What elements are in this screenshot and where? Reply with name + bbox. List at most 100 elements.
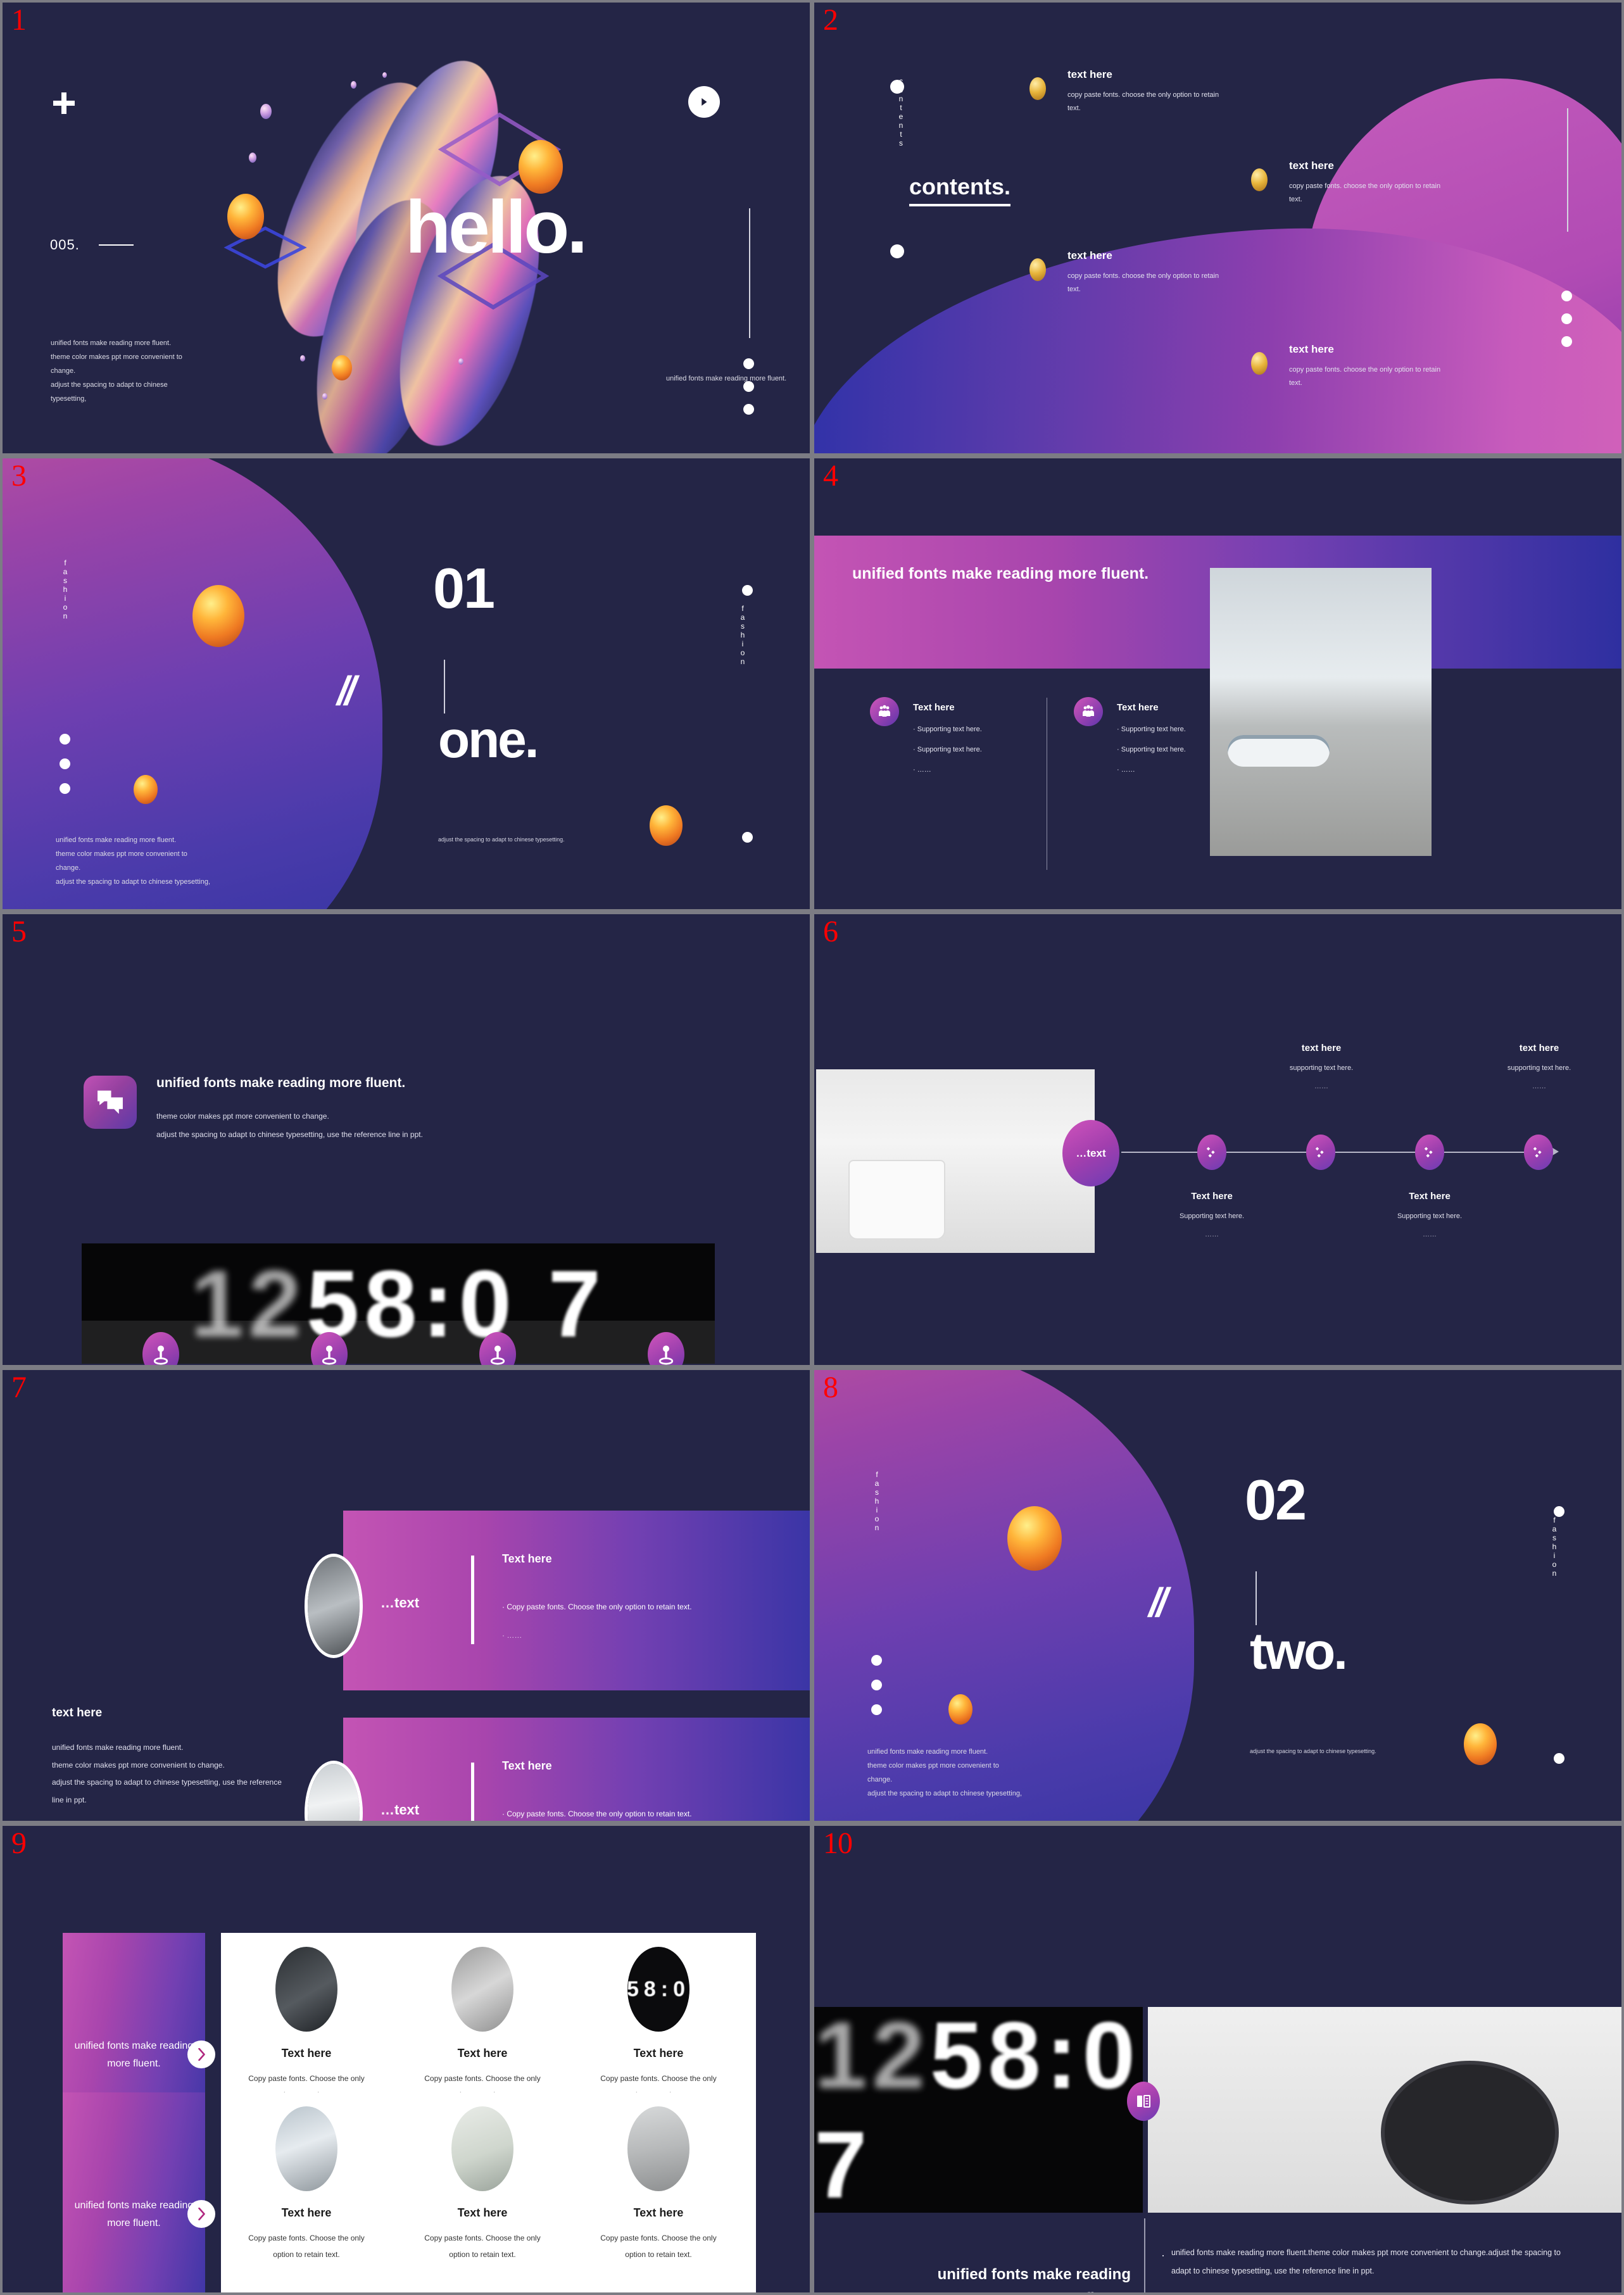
bullet-list: unified fonts make reading more fluent.t… — [1161, 2242, 1579, 2292]
label-support: supporting text here. — [1289, 1064, 1354, 1072]
slide-thumbnail-2[interactable]: 2 contents contents. text here copy past… — [814, 3, 1621, 453]
gold-sphere — [1464, 1723, 1497, 1765]
page-title: contents. — [909, 173, 1011, 206]
card-photo — [275, 2106, 337, 2191]
subtext-line: theme color makes ppt more convenient to… — [156, 1112, 329, 1121]
gold-sphere — [1007, 1506, 1062, 1571]
gear-node-icon[interactable] — [1306, 1135, 1335, 1170]
card-photo — [275, 1947, 337, 2032]
card-cell: Text here Copy paste fonts. Choose the o… — [410, 1947, 555, 2104]
slide-thumbnail-5[interactable]: 5 unified fonts make reading more fluent… — [3, 914, 810, 1365]
document-list-icon[interactable] — [1127, 2082, 1160, 2121]
slide-thumbnail-9[interactable]: 9 unified fonts make reading more fluent… — [3, 1826, 810, 2292]
arrow-head-icon — [1552, 1148, 1559, 1155]
label-more: …… — [1532, 1083, 1546, 1090]
slide-thumbnail-8[interactable]: 8 fashion fashion 02 // two. unified fon… — [814, 1370, 1621, 1821]
slide-number-4: 4 — [823, 459, 838, 493]
slide-thumbnail-1[interactable]: 1 005. hello. unified fonts make reading… — [3, 3, 810, 453]
slide-number-2: 2 — [823, 3, 838, 37]
column-heading: Text here — [913, 702, 955, 713]
people-group-icon — [870, 697, 899, 726]
plus-icon — [53, 92, 75, 114]
label-more: …… — [1423, 1231, 1437, 1238]
timeline-label-top: text here supporting text here. …… — [1249, 1043, 1394, 1090]
vertical-rule — [749, 208, 750, 338]
art-small-sphere — [382, 72, 387, 78]
gold-sphere — [650, 805, 683, 846]
row-bullet: · Copy paste fonts. Choose the only opti… — [502, 1809, 692, 1818]
band-title: unified fonts make reading more fluent. — [852, 565, 1149, 582]
slide-thumbnail-4[interactable]: 4 unified fonts make reading more fluent… — [814, 458, 1621, 909]
section-right-paragraph: adjust the spacing to adapt to chinese t… — [438, 836, 565, 843]
dot-indicator-group — [1561, 291, 1572, 359]
contents-item[interactable]: text here copy paste fonts. choose the o… — [1067, 68, 1226, 115]
dot-indicator-group — [871, 1655, 882, 1729]
card-photo — [451, 2106, 513, 2191]
art-small-sphere — [322, 393, 327, 399]
feature-card[interactable]: Text here Copy paste fonts. Choose the o… — [221, 2092, 756, 2292]
column-bullet: · …… — [913, 766, 931, 774]
card-photo — [451, 1947, 513, 2032]
card-body: Copy paste fonts. Choose the only option… — [424, 2234, 541, 2260]
dot — [743, 404, 754, 415]
dot — [1561, 291, 1572, 301]
slide-number-5: 5 — [11, 915, 27, 948]
chevron-right-button[interactable] — [187, 2040, 215, 2068]
label-title: text here — [1519, 1043, 1559, 1053]
play-arrow-icon — [702, 98, 707, 106]
card-cell: 58:0 Text here Copy paste fonts. Choose … — [586, 1947, 731, 2104]
gear-node-icon[interactable] — [1197, 1135, 1226, 1170]
chevron-right-button[interactable] — [187, 2200, 215, 2228]
play-arrow-button[interactable] — [688, 86, 720, 118]
contents-item-body: copy paste fonts. choose the only option… — [1067, 272, 1219, 293]
gear-node-icon[interactable] — [1524, 1135, 1553, 1170]
art-small-sphere — [260, 104, 272, 119]
card-cell: Text here Copy paste fonts. Choose the o… — [586, 2106, 731, 2263]
contents-item-body: copy paste fonts. choose the only option… — [1067, 91, 1219, 112]
column-bullet: · Supporting text here. — [913, 746, 982, 753]
gear-node-icon[interactable] — [1415, 1135, 1444, 1170]
gold-sphere — [192, 585, 244, 647]
info-column[interactable]: Text here · Supporting text here. · Supp… — [870, 697, 1060, 774]
row-heading: Text here — [502, 1759, 552, 1772]
slide-thumbnail-3[interactable]: 3 fashion fashion 01 // one. unified fon… — [3, 458, 810, 909]
start-pill[interactable]: …text — [1062, 1120, 1119, 1186]
chevron-right-icon — [198, 2048, 205, 2061]
art-gold-sphere — [332, 355, 352, 380]
contents-item[interactable]: text here copy paste fonts. choose the o… — [1289, 343, 1447, 390]
dot — [871, 1680, 882, 1690]
contents-item[interactable]: text here copy paste fonts. choose the o… — [1067, 249, 1226, 296]
vertical-divider — [1144, 2218, 1145, 2292]
timeline-label-top: text here supporting text here. …… — [1466, 1043, 1612, 1090]
gold-sphere — [134, 775, 158, 804]
slide-number-7: 7 — [11, 1371, 27, 1404]
card-cell: Text here Copy paste fonts. Choose the o… — [234, 2106, 379, 2263]
timeline-track — [1121, 1152, 1557, 1153]
bullet-text: Supporting text here. — [1121, 746, 1186, 753]
card-cell: Text here Copy paste fonts. Choose the o… — [410, 2106, 555, 2263]
slide-thumbnail-7[interactable]: 7 text here unified fonts make reading m… — [3, 1370, 810, 1821]
slide-number-1: 1 — [11, 3, 27, 37]
dot — [742, 832, 753, 843]
contents-item-heading: text here — [1067, 68, 1112, 80]
dot — [1554, 1753, 1564, 1764]
slide-thumbnail-10[interactable]: 10 1258:0 7 unified fonts make reading m… — [814, 1826, 1621, 2292]
label-title: Text here — [1191, 1191, 1233, 1202]
section-heading: unified fonts make reading more fluent. — [156, 1076, 406, 1090]
section-word: one. — [438, 711, 539, 769]
bullet-text: Supporting text here. — [917, 726, 982, 733]
contents-item-heading: text here — [1289, 343, 1334, 355]
label-more: …… — [1205, 1231, 1219, 1238]
dot — [1554, 1506, 1564, 1517]
timeline-label-bottom: Text here Supporting text here. …… — [1357, 1191, 1502, 1238]
card-photo — [627, 2106, 689, 2191]
slide-thumbnail-grid: 1 005. hello. unified fonts make reading… — [0, 0, 1624, 2295]
bullet-text: …… — [1121, 766, 1135, 774]
art-small-sphere — [249, 153, 256, 163]
slide-thumbnail-6[interactable]: 6 …text text here supporting text here. … — [814, 914, 1621, 1365]
section-subtext: theme color makes ppt more convenient to… — [156, 1107, 423, 1144]
people-group-icon — [1074, 697, 1103, 726]
contents-item[interactable]: text here copy paste fonts. choose the o… — [1289, 160, 1447, 206]
column-bullet: · Supporting text here. — [913, 726, 982, 733]
section-tile[interactable]: unified fonts make reading more fluent. — [63, 2092, 205, 2292]
